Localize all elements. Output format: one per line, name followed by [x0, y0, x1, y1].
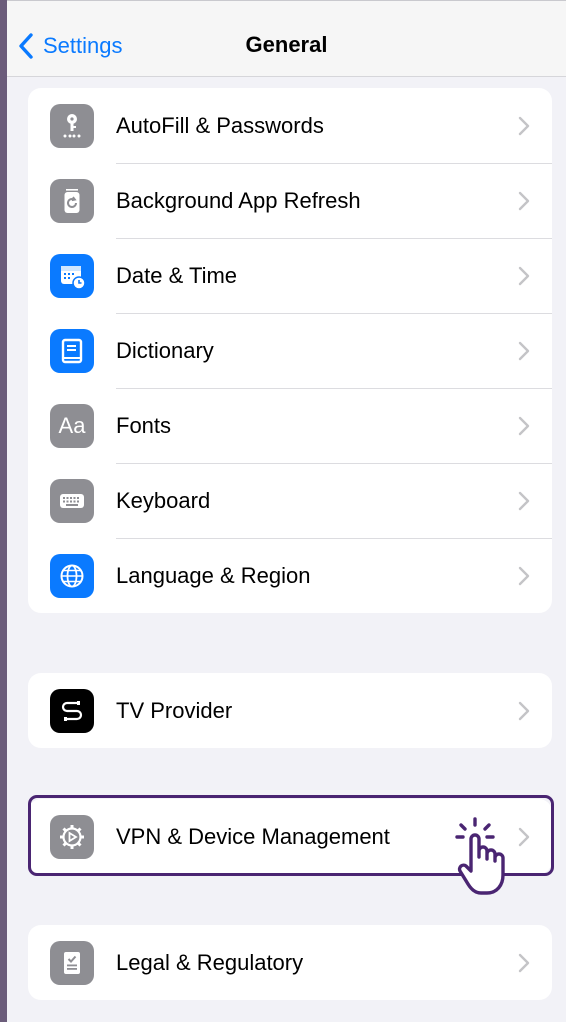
chevron-right-icon [518, 827, 530, 846]
chevron-right-icon [518, 701, 530, 720]
row-label: Fonts [116, 412, 172, 438]
row-tv-provider[interactable]: TV Provider [28, 673, 552, 748]
fonts-icon: Aa [50, 403, 94, 448]
chevron-right-icon [518, 341, 530, 360]
refresh-icon [50, 178, 94, 223]
settings-group-tv: TV Provider [28, 673, 552, 748]
legal-document-icon [50, 940, 94, 985]
chevron-right-icon [518, 191, 530, 210]
row-language-region[interactable]: Language & Region [28, 538, 552, 613]
calendar-clock-icon [50, 253, 94, 298]
row-fonts[interactable]: Aa Fonts [28, 388, 552, 463]
row-keyboard[interactable]: Keyboard [28, 463, 552, 538]
row-label: Date & Time [116, 262, 238, 288]
row-label: Keyboard [116, 487, 211, 513]
row-autofill-passwords[interactable]: AutoFill & Passwords [28, 88, 552, 163]
row-label: TV Provider [116, 697, 233, 723]
settings-screen: Settings General AutoFill & Passwords Ba… [7, 0, 566, 1022]
settings-group-legal: Legal & Regulatory [28, 925, 552, 1000]
row-date-time[interactable]: Date & Time [28, 238, 552, 313]
row-label: Dictionary [116, 337, 214, 363]
chevron-right-icon [518, 416, 530, 435]
page-title: General [245, 32, 328, 57]
tap-hand-icon [455, 817, 505, 895]
row-dictionary[interactable]: Dictionary [28, 313, 552, 388]
book-icon [50, 328, 94, 373]
key-icon [50, 103, 94, 148]
row-label: AutoFill & Passwords [116, 112, 324, 138]
gear-icon [50, 814, 94, 859]
chevron-right-icon [518, 116, 530, 135]
row-label: Background App Refresh [116, 187, 361, 213]
keyboard-icon [50, 478, 94, 523]
tv-provider-icon [50, 688, 94, 733]
row-label: VPN & Device Management [116, 823, 390, 849]
chevron-right-icon [518, 491, 530, 510]
row-label: Language & Region [116, 562, 311, 588]
chevron-right-icon [518, 953, 530, 972]
fonts-icon-glyph: Aa [58, 412, 86, 438]
chevron-right-icon [518, 266, 530, 285]
row-background-app-refresh[interactable]: Background App Refresh [28, 163, 552, 238]
row-legal-regulatory[interactable]: Legal & Regulatory [28, 925, 552, 1000]
chevron-right-icon [518, 566, 530, 585]
row-label: Legal & Regulatory [116, 949, 304, 975]
globe-icon [50, 553, 94, 598]
navigation-bar: Settings General [7, 1, 566, 77]
settings-group-general: AutoFill & Passwords Background App Refr… [28, 88, 552, 613]
